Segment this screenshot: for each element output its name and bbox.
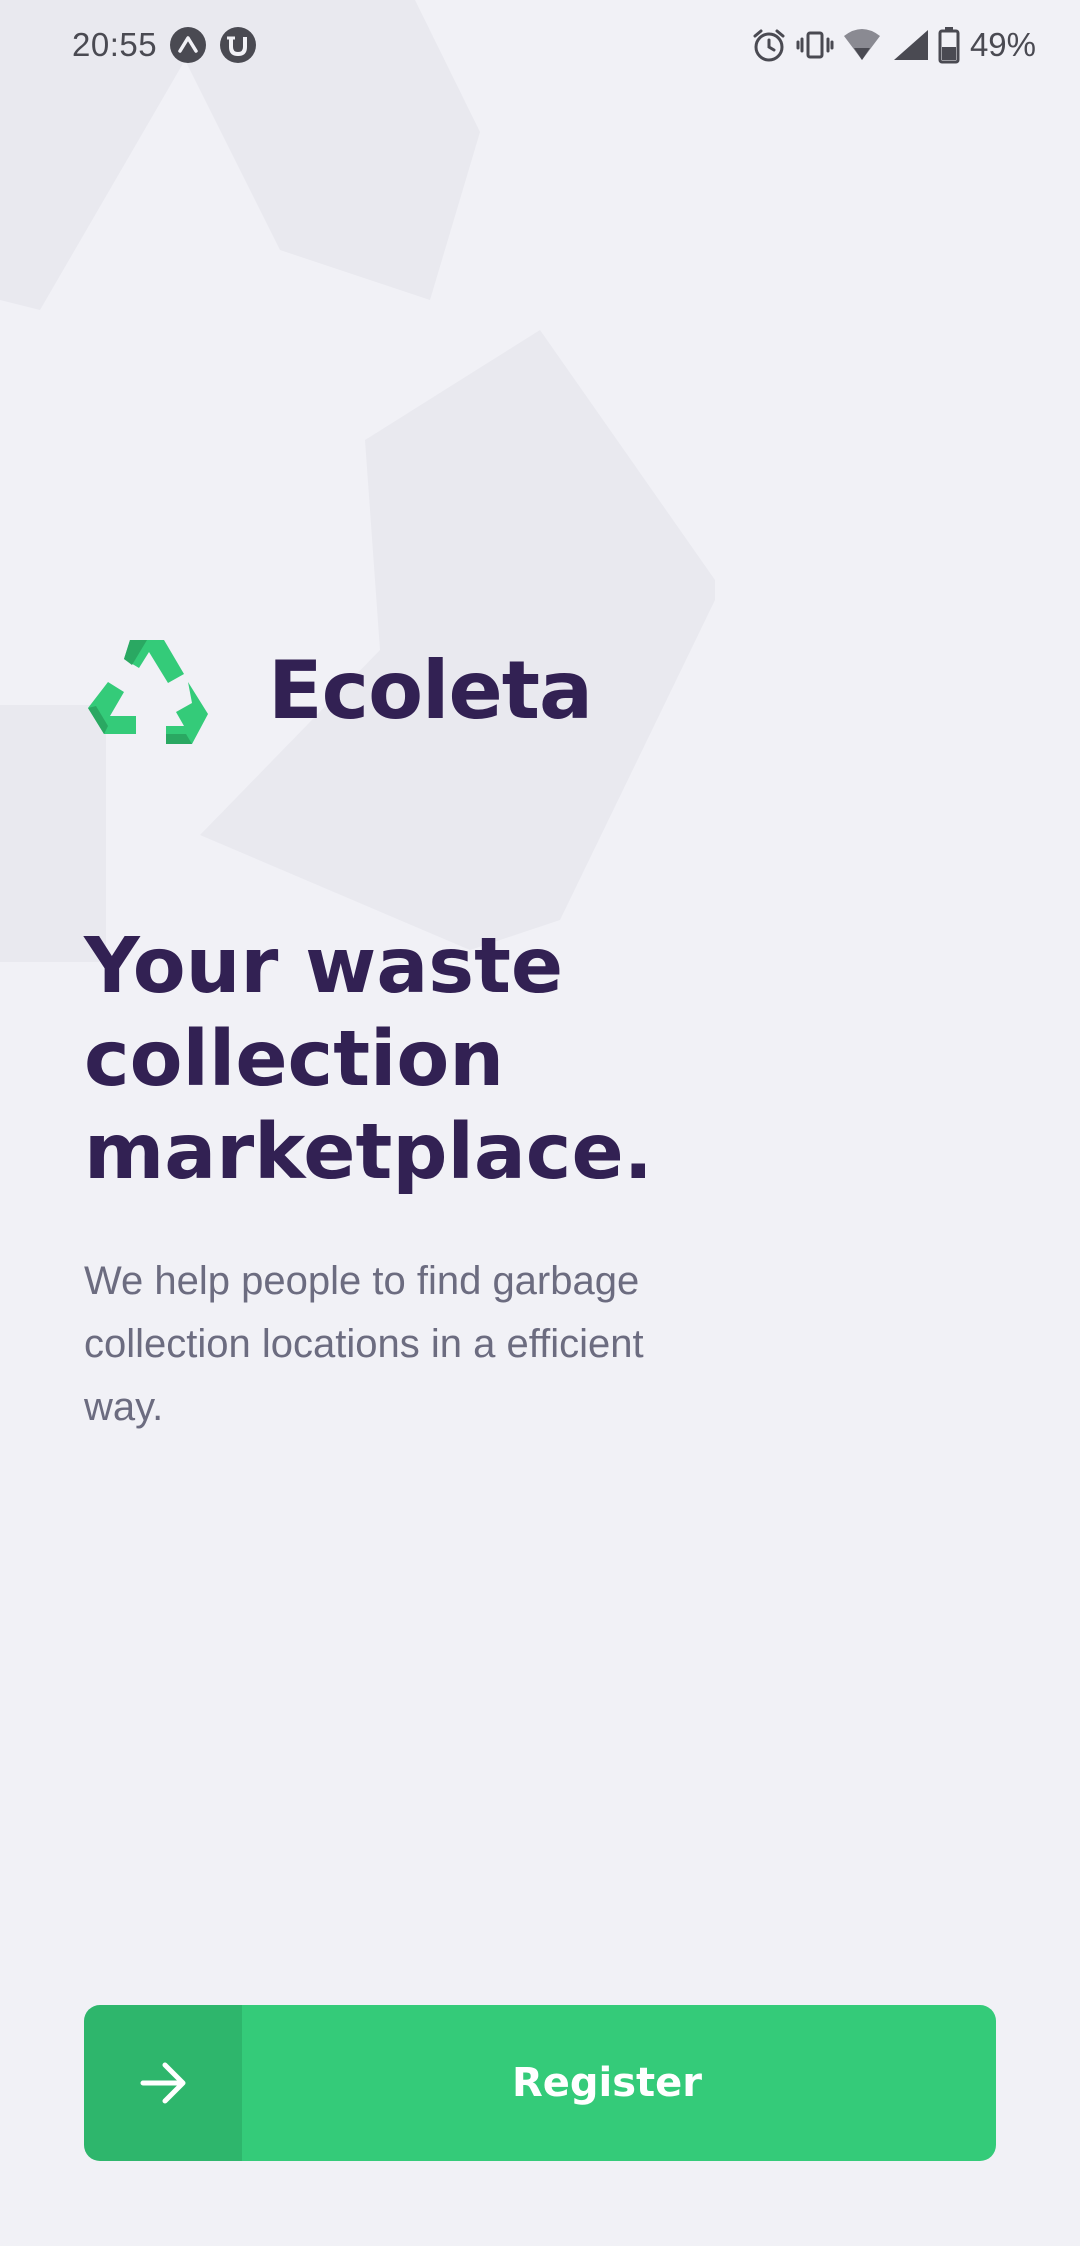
arrow-right-icon xyxy=(140,2062,186,2104)
vibrate-icon xyxy=(796,26,834,64)
status-bar: 20:55 49% xyxy=(0,0,1080,90)
title-line: marketplace. xyxy=(84,1108,653,1197)
app-logo: Ecoleta xyxy=(84,630,593,750)
register-button-icon-box xyxy=(84,2005,242,2161)
recycle-icon xyxy=(88,640,208,744)
battery-icon xyxy=(938,26,960,64)
page-description: We help people to find garbage collectio… xyxy=(84,1259,644,1429)
app-name: Ecoleta xyxy=(268,643,593,737)
title-line: collection xyxy=(84,1015,505,1104)
title-line: Your waste xyxy=(84,922,564,1011)
caret-up-badge-icon xyxy=(169,26,207,64)
status-time: 20:55 xyxy=(72,26,158,63)
battery-percent: 49% xyxy=(969,26,1036,63)
utorrent-icon xyxy=(219,26,257,64)
signal-icon xyxy=(890,26,930,64)
wifi-icon xyxy=(842,26,882,64)
register-button-label: Register xyxy=(511,2060,703,2106)
register-button[interactable]: Register xyxy=(84,2005,996,2161)
page-title: Your waste collection marketplace. xyxy=(84,920,804,1199)
alarm-icon xyxy=(750,26,788,64)
